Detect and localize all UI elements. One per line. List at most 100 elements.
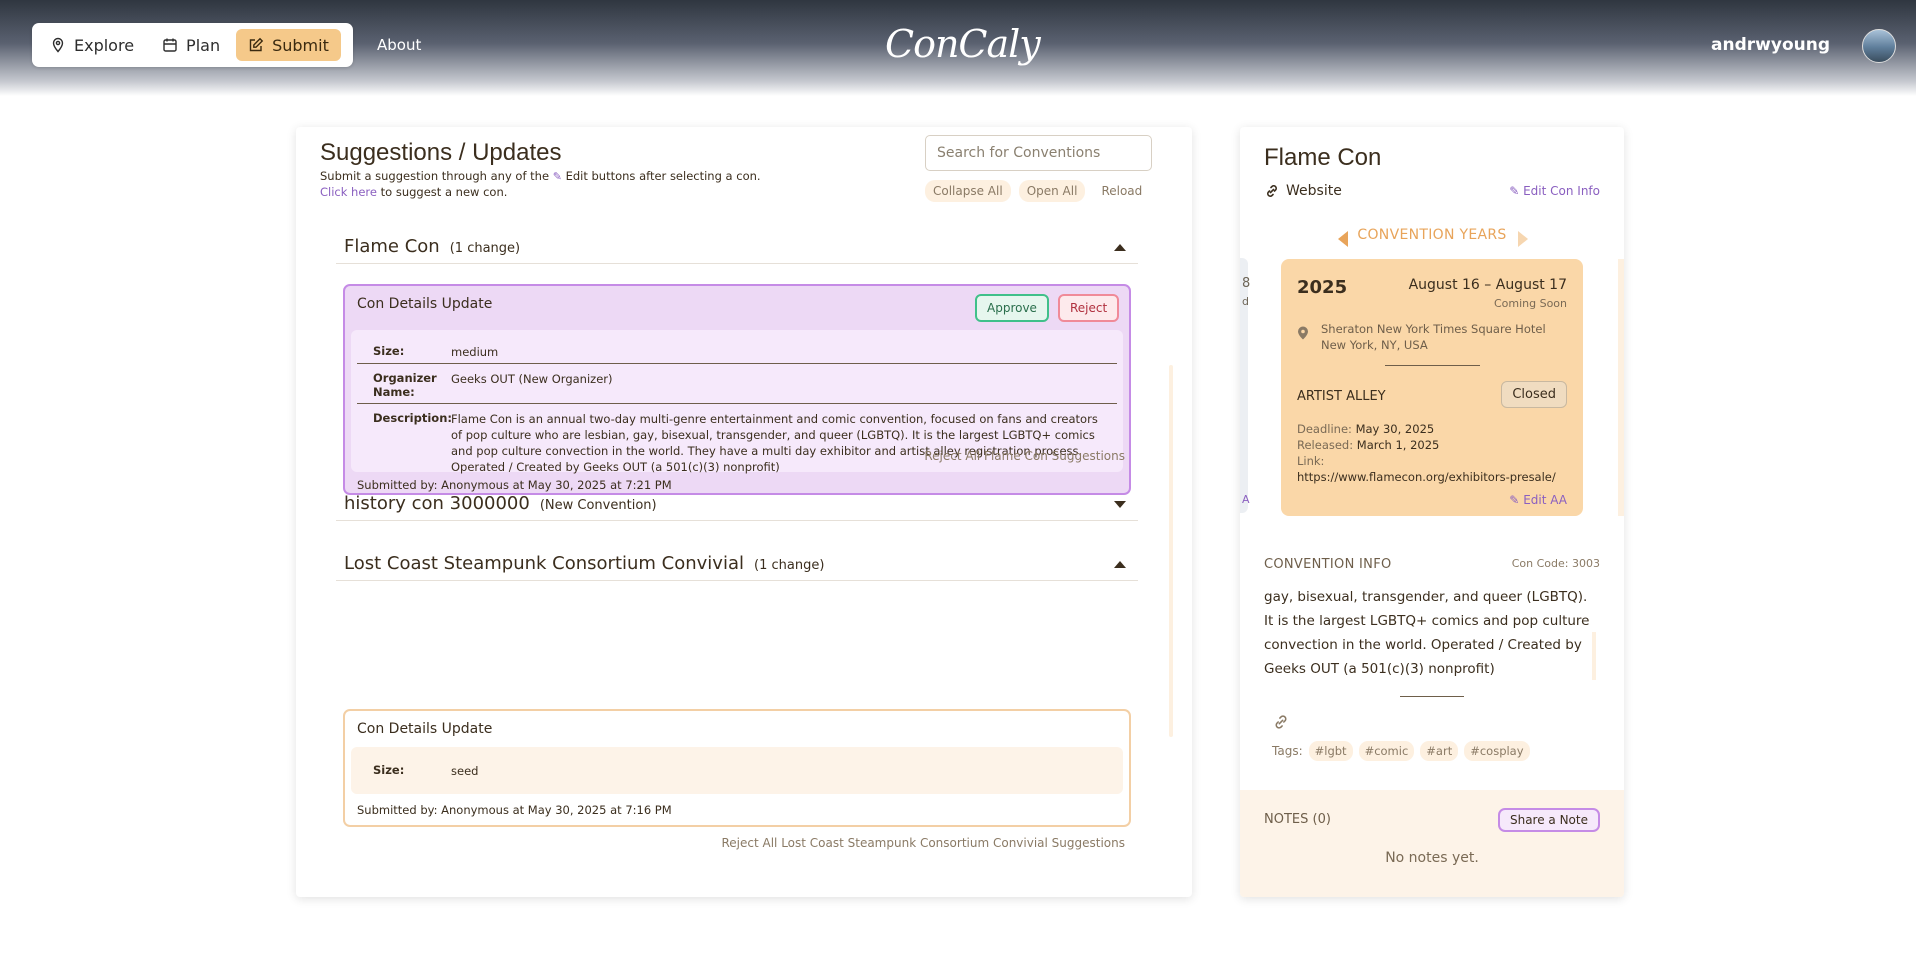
- top-header: Explore Plan Submit About ConCaly andrwy…: [0, 0, 1916, 96]
- nav-explore[interactable]: Explore: [38, 29, 146, 61]
- site-logo[interactable]: ConCaly: [885, 22, 1041, 66]
- card-title: Con Details Update: [357, 721, 493, 737]
- nav-submit[interactable]: Submit: [236, 29, 341, 61]
- nav-plan[interactable]: Plan: [150, 29, 232, 61]
- tag[interactable]: #cosplay: [1464, 741, 1530, 761]
- edit-aa-label: Edit AA: [1523, 493, 1567, 507]
- group-name: history con 3000000 (New Convention): [344, 493, 657, 514]
- no-notes-text: No notes yet.: [1385, 850, 1479, 866]
- reload-button[interactable]: Reload: [1093, 180, 1150, 202]
- website-label: Website: [1286, 183, 1342, 199]
- website-link[interactable]: Website: [1264, 183, 1342, 199]
- page-title: Suggestions / Updates: [320, 139, 562, 166]
- year-card-2025: 2025 August 16 – August 17 Coming Soon S…: [1281, 259, 1583, 516]
- reject-button[interactable]: Reject: [1058, 294, 1120, 322]
- field-value: medium: [451, 345, 499, 359]
- field-list: Size: seed: [351, 747, 1123, 794]
- convention-detail-panel: Flame Con Website ✎ Edit Con Info CONVEN…: [1240, 127, 1624, 897]
- reject-all-link[interactable]: Reject All Flame Con Suggestions: [924, 449, 1125, 463]
- date-range: August 16 – August 17: [1408, 277, 1567, 293]
- pencil-icon: ✎: [1509, 493, 1520, 507]
- share-note-button[interactable]: Share a Note: [1497, 808, 1600, 832]
- field-label: Description:: [373, 411, 452, 425]
- divider: [357, 403, 1117, 404]
- calendar-icon: [163, 38, 177, 52]
- prev-card-fragment: d: [1242, 295, 1249, 308]
- link-icon[interactable]: [1272, 713, 1290, 735]
- reject-all-link[interactable]: Reject All Lost Coast Steampunk Consorti…: [721, 836, 1125, 850]
- group-name: Flame Con (1 change): [344, 236, 520, 257]
- convention-info-text: gay, bisexual, transgender, and queer (L…: [1264, 589, 1590, 677]
- collapse-all-button[interactable]: Collapse All: [925, 180, 1011, 202]
- group-header-lost-coast[interactable]: Lost Coast Steampunk Consortium Convivia…: [336, 551, 1138, 581]
- list-controls: Collapse All Open All Reload: [925, 180, 1150, 202]
- map-pin-icon: [52, 37, 64, 53]
- suggestions-panel: Suggestions / Updates Submit a suggestio…: [296, 127, 1192, 897]
- nav-plan-label: Plan: [186, 35, 221, 55]
- tags-label: Tags:: [1272, 744, 1303, 758]
- submitted-by: Submitted by: Anonymous at May 30, 2025 …: [357, 803, 672, 817]
- suggestion-card-flame-con: Con Details Update Approve Reject Size: …: [343, 284, 1131, 495]
- approve-button[interactable]: Approve: [975, 294, 1049, 322]
- suggestion-card-lost-coast: Con Details Update Size: seed Submitted …: [343, 709, 1131, 827]
- field-value: Flame Con is an annual two-day multi-gen…: [451, 412, 1098, 474]
- released-value: March 1, 2025: [1356, 438, 1440, 452]
- deadline-label: Deadline:: [1297, 422, 1352, 436]
- deadline-value: May 30, 2025: [1355, 422, 1435, 436]
- next-year-card[interactable]: [1618, 259, 1624, 516]
- artist-alley-label: ARTIST ALLEY: [1297, 389, 1386, 404]
- group-title: history con 3000000: [344, 493, 530, 514]
- search-input[interactable]: Search for Conventions: [925, 135, 1152, 171]
- next-year-arrow-icon[interactable]: [1518, 231, 1528, 247]
- link-icon: [1267, 185, 1277, 197]
- open-all-button[interactable]: Open All: [1018, 180, 1086, 202]
- click-here-link[interactable]: Click here: [320, 185, 377, 199]
- group-header-history-con[interactable]: history con 3000000 (New Convention): [336, 491, 1138, 521]
- subtitle-text-pre: Submit a suggestion through any of the: [320, 169, 550, 183]
- group-name: Lost Coast Steampunk Consortium Convivia…: [344, 553, 824, 574]
- divider: [357, 363, 1117, 364]
- year-status: Coming Soon: [1493, 297, 1567, 310]
- nav-about[interactable]: About: [377, 36, 421, 54]
- released-label: Released:: [1297, 438, 1354, 452]
- edit-square-icon: [249, 37, 264, 52]
- aa-status-badge: Closed: [1501, 381, 1567, 408]
- scrollbar[interactable]: [1169, 365, 1173, 737]
- subtitle-text-post: Edit buttons after selecting a con.: [565, 169, 761, 183]
- edit-con-info-button[interactable]: ✎ Edit Con Info: [1509, 184, 1600, 198]
- subtitle: Submit a suggestion through any of the ✎…: [320, 169, 761, 183]
- group-header-flame-con[interactable]: Flame Con (1 change): [336, 234, 1138, 264]
- prev-card-fragment: A: [1242, 493, 1250, 506]
- link-label: Link:: [1297, 454, 1325, 468]
- group-title: Lost Coast Steampunk Consortium Convivia…: [344, 553, 744, 574]
- expand-icon[interactable]: [1114, 501, 1126, 508]
- pencil-icon: ✎: [1509, 184, 1520, 198]
- field-label: Organizer Name:: [373, 371, 437, 399]
- nav-submit-label: Submit: [272, 35, 329, 55]
- username[interactable]: andrwyoung: [1711, 35, 1830, 55]
- map-pin-icon: [1298, 326, 1308, 340]
- tag[interactable]: #art: [1420, 741, 1459, 761]
- aa-link[interactable]: https://www.flamecon.org/exhibitors-pres…: [1297, 469, 1556, 485]
- info-scrollbar[interactable]: [1592, 632, 1596, 680]
- tag[interactable]: #comic: [1358, 741, 1415, 761]
- field-value: Geeks OUT (New Organizer): [451, 372, 613, 386]
- divider: [1385, 365, 1480, 366]
- venue-location: New York, NY, USA: [1321, 338, 1428, 352]
- suggest-new-line: Click here to suggest a new con.: [320, 185, 507, 199]
- edit-aa-button[interactable]: ✎ Edit AA: [1509, 493, 1567, 507]
- con-code: Con Code: 3003: [1511, 557, 1600, 570]
- group-count: (1 change): [754, 558, 825, 573]
- tag[interactable]: #lgbt: [1308, 741, 1353, 761]
- collapse-icon[interactable]: [1114, 244, 1126, 251]
- collapse-icon[interactable]: [1114, 561, 1126, 568]
- year: 2025: [1297, 277, 1348, 298]
- field-value: seed: [451, 764, 479, 778]
- convention-years-label: CONVENTION YEARS: [1357, 227, 1507, 243]
- convention-info-heading: CONVENTION INFO: [1264, 557, 1392, 572]
- avatar[interactable]: [1862, 29, 1896, 63]
- venue-name: Sheraton New York Times Square Hotel: [1321, 322, 1546, 336]
- group-count: (1 change): [449, 241, 521, 256]
- notes-heading: NOTES (0): [1264, 812, 1331, 827]
- card-title: Con Details Update: [357, 296, 493, 312]
